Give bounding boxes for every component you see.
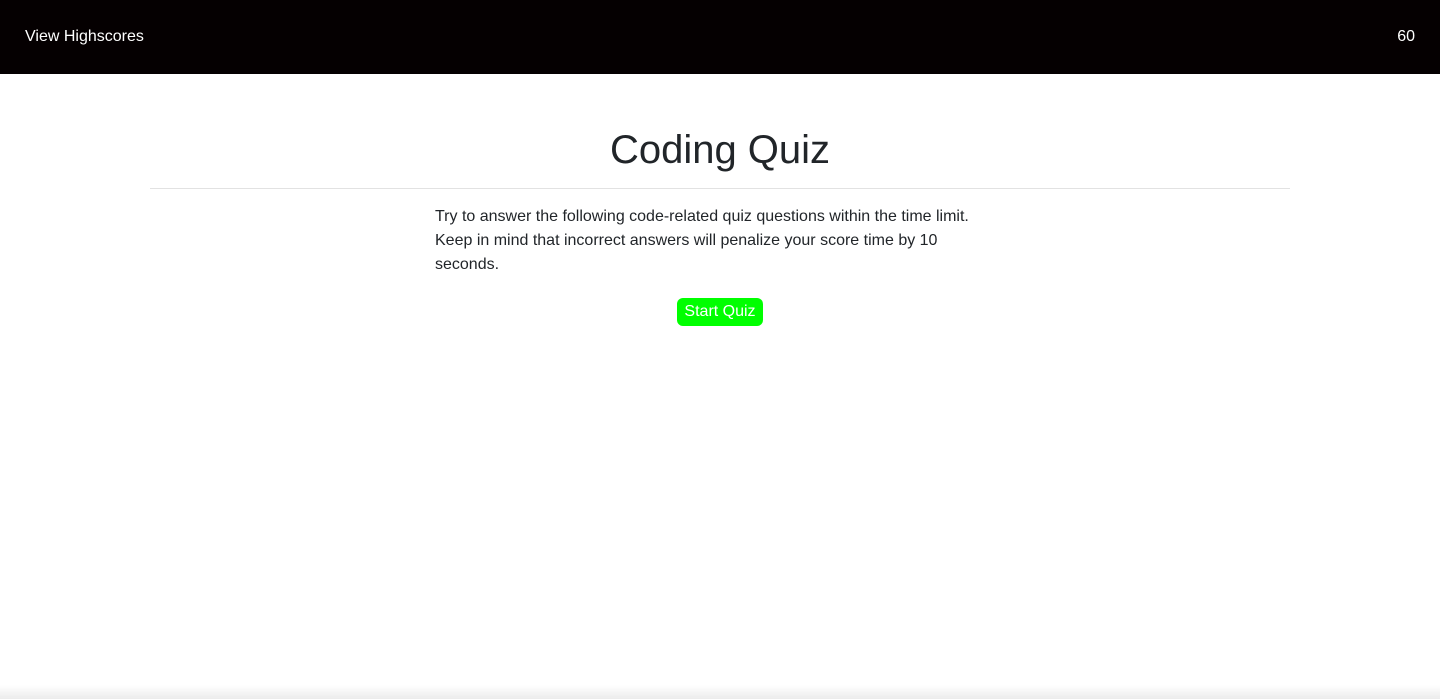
title-divider (150, 188, 1290, 189)
main-content: Coding Quiz Try to answer the following … (0, 74, 1440, 699)
start-quiz-button[interactable]: Start Quiz (677, 298, 763, 326)
quiz-instructions: Try to answer the following code-related… (435, 208, 969, 273)
page-title: Coding Quiz (609, 128, 831, 172)
view-highscores-link[interactable]: View Highscores (25, 27, 144, 47)
bottom-edge-shadow (0, 685, 1440, 699)
timer-display: 60 (1397, 28, 1415, 45)
top-navbar: View Highscores 60 (0, 0, 1440, 74)
